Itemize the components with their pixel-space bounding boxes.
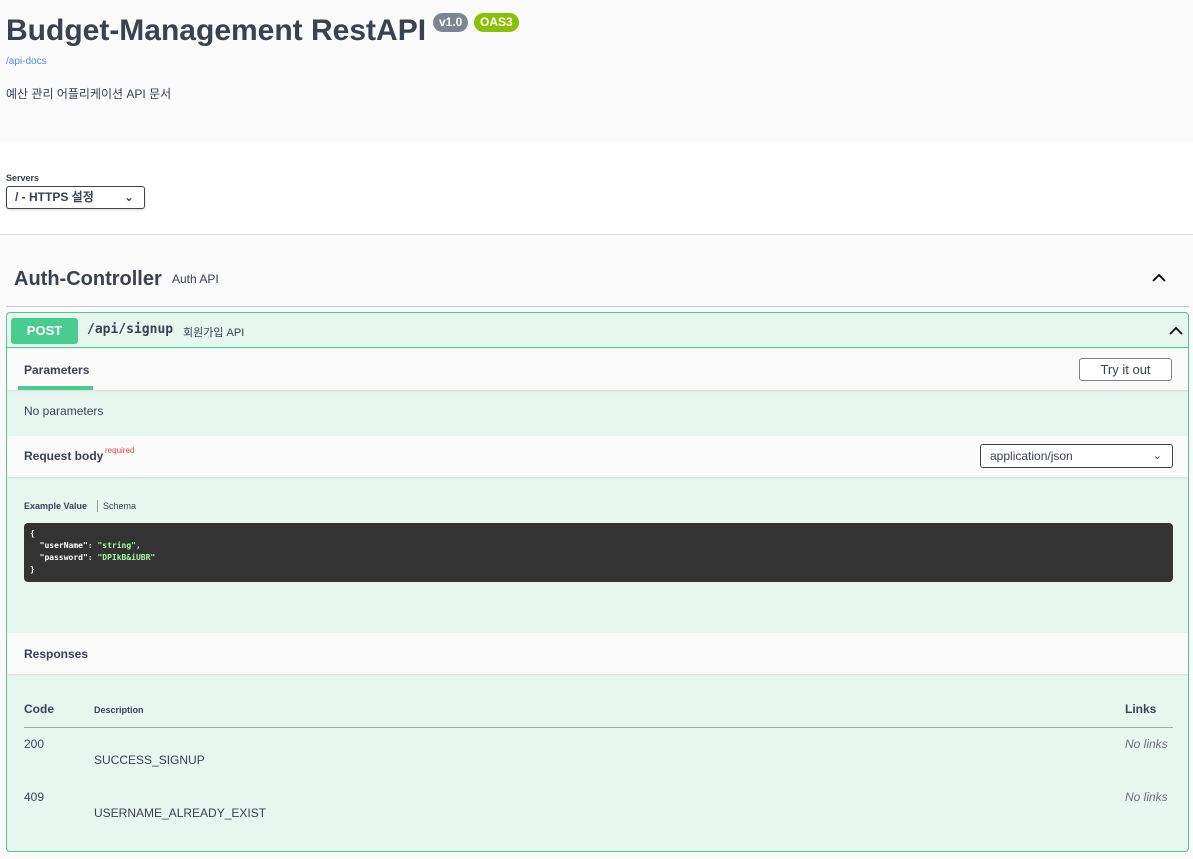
- oas-badge: OAS3: [474, 13, 519, 32]
- api-docs-link[interactable]: /api-docs: [6, 56, 47, 67]
- operation-path: /api/signup: [87, 322, 174, 337]
- content-type-value: application/json: [990, 449, 1073, 463]
- parameters-header: Parameters Try it out: [7, 349, 1188, 390]
- tab-example-value[interactable]: Example Value: [24, 501, 87, 511]
- tab-parameters[interactable]: Parameters: [24, 363, 89, 377]
- tag-description: Auth API: [172, 272, 219, 286]
- no-parameters-text: No parameters: [24, 404, 104, 418]
- api-title: Budget-Management RestAPI: [6, 14, 427, 47]
- info-section: Budget-Management RestAPI v1.0 OAS3 /api…: [0, 0, 1193, 142]
- response-code: 200: [24, 737, 45, 751]
- tab-separator: [97, 500, 98, 512]
- col-header-code: Code: [24, 702, 54, 716]
- chevron-up-icon[interactable]: [1150, 269, 1168, 287]
- request-body-header: Request body required application/json ⌄: [7, 436, 1188, 477]
- content-type-select[interactable]: application/json ⌄: [980, 444, 1173, 468]
- chevron-down-icon: ⌄: [123, 190, 134, 204]
- method-badge: POST: [11, 318, 78, 344]
- chevron-up-icon[interactable]: [1167, 322, 1185, 340]
- response-links: No links: [1125, 737, 1168, 751]
- code-line: "password": "DPIkB&iUBR": [39, 553, 156, 562]
- table-header-divider: [24, 727, 1173, 728]
- chevron-down-icon: ⌄: [1152, 450, 1162, 462]
- col-header-description: Description: [94, 705, 144, 715]
- responses-header: Responses: [7, 633, 1188, 674]
- tag-title[interactable]: Auth-Controller: [14, 268, 162, 291]
- servers-label: Servers: [6, 173, 40, 183]
- code-line: {: [30, 529, 35, 538]
- required-label: required: [105, 446, 135, 455]
- version-badge: v1.0: [433, 13, 469, 32]
- response-description: SUCCESS_SIGNUP: [94, 753, 205, 767]
- tag-divider: [6, 306, 1189, 307]
- tab-active-indicator: [18, 386, 93, 390]
- request-body-title: Request body: [24, 449, 104, 463]
- opblock-post-signup: POST /api/signup 회원가입 API Parameters Try…: [6, 312, 1189, 852]
- responses-title: Responses: [24, 647, 89, 661]
- col-header-links: Links: [1125, 702, 1157, 716]
- api-description: 예산 관리 어플리케이션 API 문서: [6, 87, 172, 101]
- response-description: USERNAME_ALREADY_EXIST: [94, 806, 267, 820]
- tab-schema[interactable]: Schema: [103, 501, 136, 511]
- opblock-summary[interactable]: POST /api/signup 회원가입 API: [7, 313, 1188, 348]
- server-select[interactable]: / - HTTPS 설정 ⌄: [6, 186, 145, 209]
- response-code: 409: [24, 790, 45, 804]
- try-it-out-button[interactable]: Try it out: [1079, 358, 1172, 381]
- code-line: "userName": "string",: [39, 541, 141, 550]
- response-links: No links: [1125, 790, 1168, 804]
- example-code-block: { "userName": "string", "password": "DPI…: [24, 523, 1173, 582]
- operation-summary: 회원가입 API: [183, 327, 245, 339]
- server-select-value: / - HTTPS 설정: [15, 190, 94, 204]
- code-line: }: [30, 565, 35, 574]
